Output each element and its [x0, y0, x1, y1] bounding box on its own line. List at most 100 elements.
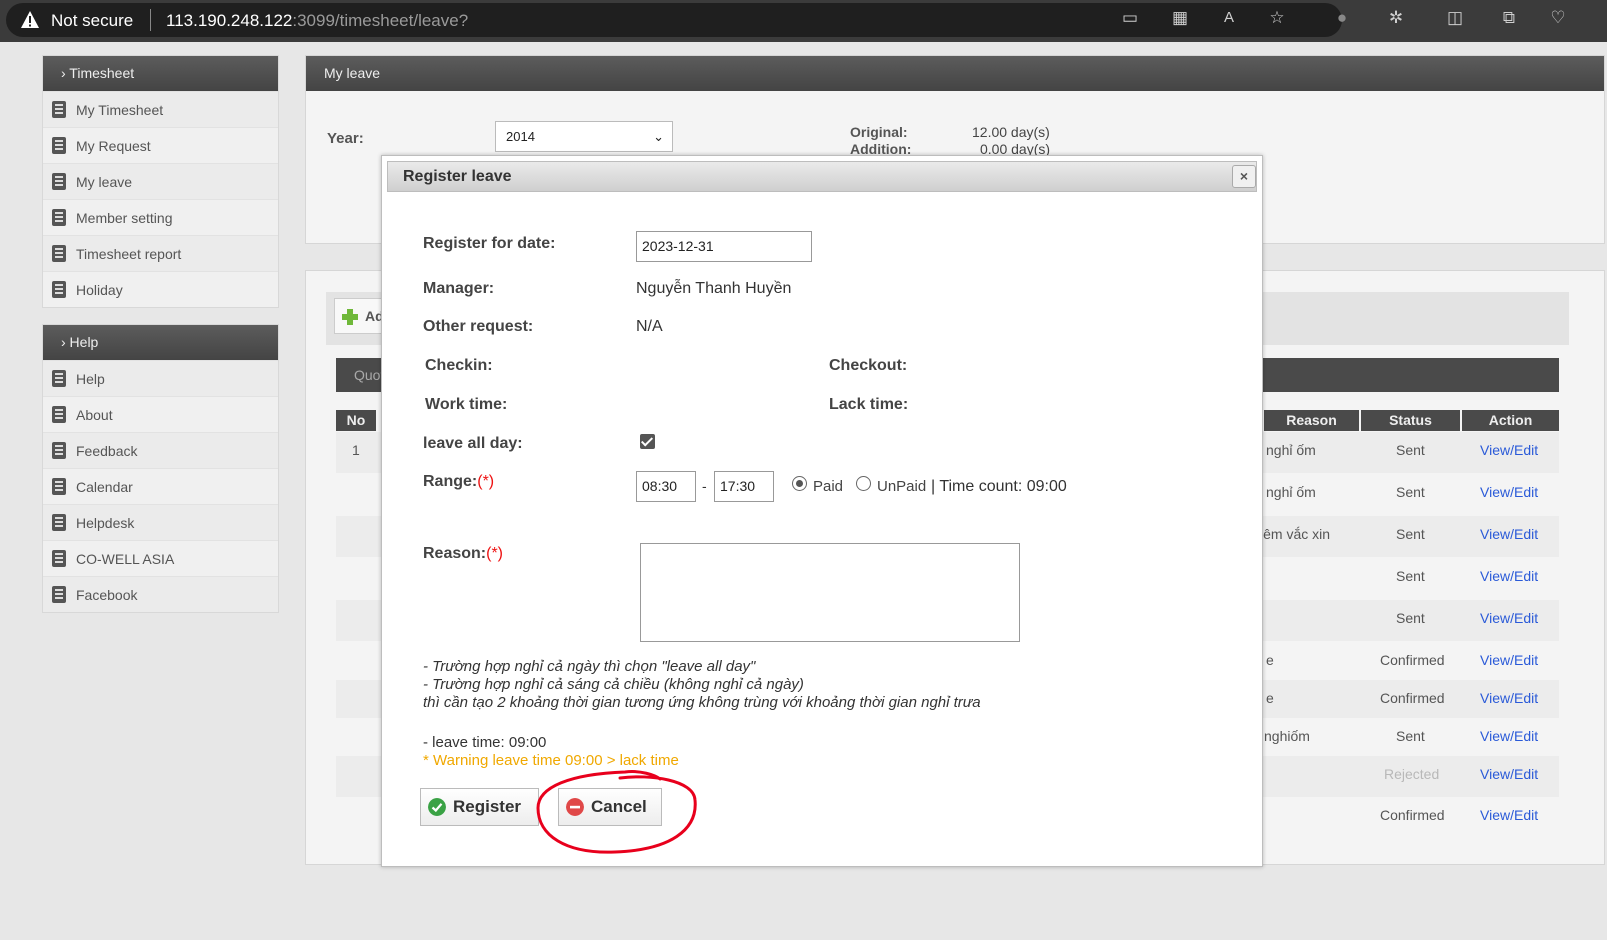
- extensions-icon[interactable]: ✲: [1386, 8, 1406, 28]
- warning-message: * Warning leave time 09:00 > lack time: [423, 752, 679, 769]
- view-edit-link[interactable]: View/Edit: [1480, 766, 1538, 782]
- work-time-label: Work time:: [425, 396, 508, 413]
- sidebar-item-helpdesk[interactable]: Helpdesk: [43, 504, 278, 540]
- chevron-down-icon: ⌄: [653, 129, 664, 144]
- address-bar[interactable]: Not secure 113.190.248.122:3099/timeshee…: [6, 3, 1342, 37]
- reason-textarea[interactable]: [640, 543, 1020, 642]
- sidebar-item-facebook[interactable]: Facebook: [43, 576, 278, 612]
- table-cell-reason: e: [1266, 652, 1274, 668]
- sidebar-item-label: Facebook: [76, 587, 138, 603]
- note-line: - Trường hợp nghỉ cả sáng cả chiều (khôn…: [423, 676, 804, 693]
- register-date-input[interactable]: 2023-12-31: [636, 231, 812, 262]
- range-start-input[interactable]: 08:30: [636, 471, 696, 502]
- sidebar-help-header[interactable]: › Help: [43, 325, 278, 360]
- register-date-label: Register for date:: [423, 235, 556, 252]
- table-cell-status: Sent: [1396, 442, 1425, 458]
- url-host: 113.190.248.122: [166, 11, 293, 30]
- table-cell-status: Confirmed: [1380, 652, 1445, 668]
- browser-toolbar: Not secure 113.190.248.122:3099/timeshee…: [0, 0, 1607, 42]
- sidebar-help-box: › Help Help About Feedback Calendar Help…: [42, 324, 279, 613]
- year-select[interactable]: 2014 ⌄: [495, 121, 673, 152]
- note-line: - Trường hợp nghỉ cả ngày thì chọn "leav…: [423, 658, 756, 675]
- sidebar-item-about[interactable]: About: [43, 396, 278, 432]
- split-screen-icon[interactable]: ◫: [1445, 8, 1465, 28]
- view-edit-link[interactable]: View/Edit: [1480, 526, 1538, 542]
- collections-icon[interactable]: ⧉: [1499, 8, 1519, 28]
- sidebar-item-label: My Timesheet: [76, 102, 164, 118]
- table-header-no: No: [336, 410, 376, 431]
- sidebar-item-feedback[interactable]: Feedback: [43, 432, 278, 468]
- paid-radio[interactable]: [792, 476, 807, 491]
- url-path: :3099/timesheet/leave?: [292, 11, 469, 30]
- original-label: Original:: [850, 124, 908, 140]
- table-header-action: Action: [1462, 410, 1559, 431]
- reason-label-text: Reason:: [423, 545, 487, 562]
- sidebar-item-member-setting[interactable]: Member setting: [43, 199, 278, 235]
- sidebar-item-co-well-asia[interactable]: CO-WELL ASIA: [43, 540, 278, 576]
- other-request-value: N/A: [636, 318, 663, 335]
- url-text[interactable]: 113.190.248.122:3099/timesheet/leave?: [166, 11, 468, 31]
- view-edit-link[interactable]: View/Edit: [1480, 690, 1538, 706]
- range-label-text: Range:: [423, 473, 478, 490]
- sidebar-item-label: My leave: [76, 174, 133, 190]
- leave-all-day-label: leave all day:: [423, 435, 523, 452]
- sidebar-item-help[interactable]: Help: [43, 360, 278, 396]
- sidebar-item-label: Feedback: [76, 443, 138, 459]
- sidebar-item-calendar[interactable]: Calendar: [43, 468, 278, 504]
- document-icon: [52, 514, 66, 531]
- year-label: Year:: [327, 130, 364, 147]
- table-header-reason: Reason: [1264, 410, 1359, 431]
- sidebar-item-my-leave[interactable]: My leave: [43, 163, 278, 199]
- view-edit-link[interactable]: View/Edit: [1480, 484, 1538, 500]
- register-button[interactable]: Register: [420, 788, 539, 826]
- range-separator: -: [702, 478, 707, 494]
- view-edit-link[interactable]: View/Edit: [1480, 610, 1538, 626]
- original-value: 12.00 day(s): [972, 124, 1050, 140]
- warning-icon[interactable]: [20, 10, 40, 30]
- range-end-input[interactable]: 17:30: [714, 471, 774, 502]
- view-edit-link[interactable]: View/Edit: [1480, 652, 1538, 668]
- dialog-title: Register leave: [403, 168, 512, 185]
- unpaid-radio[interactable]: [856, 476, 871, 491]
- document-icon: [52, 550, 66, 567]
- view-edit-link[interactable]: View/Edit: [1480, 442, 1538, 458]
- cancel-button[interactable]: Cancel: [558, 788, 662, 826]
- apps-icon[interactable]: ▦: [1170, 8, 1190, 28]
- sidebar-item-my-request[interactable]: My Request: [43, 127, 278, 163]
- close-icon: ×: [1239, 168, 1249, 184]
- leave-all-day-checkbox[interactable]: [640, 434, 655, 449]
- table-cell-status: Sent: [1396, 610, 1425, 626]
- sidebar-help-list: Help About Feedback Calendar Helpdesk CO…: [43, 360, 278, 612]
- favorite-star-icon[interactable]: ☆: [1267, 8, 1287, 28]
- not-secure-label[interactable]: Not secure: [51, 11, 133, 31]
- copilot-icon[interactable]: ●: [1332, 8, 1352, 28]
- document-icon: [52, 442, 66, 459]
- sidebar-item-my-timesheet[interactable]: My Timesheet: [43, 91, 278, 127]
- device-icon[interactable]: ▭: [1120, 8, 1140, 28]
- table-cell-status: Confirmed: [1380, 690, 1445, 706]
- close-button[interactable]: ×: [1232, 165, 1256, 188]
- table-cell-status: Confirmed: [1380, 807, 1445, 823]
- table-cell-reason: e: [1266, 690, 1274, 706]
- sidebar-item-timesheet-report[interactable]: Timesheet report: [43, 235, 278, 271]
- document-icon: [52, 281, 66, 298]
- table-cell-reason: nghiốm: [1264, 728, 1310, 744]
- sidebar-item-holiday[interactable]: Holiday: [43, 271, 278, 307]
- view-edit-link[interactable]: View/Edit: [1480, 807, 1538, 823]
- add-button[interactable]: Ad: [334, 298, 384, 334]
- sidebar-timesheet-header[interactable]: › Timesheet: [43, 56, 278, 91]
- quota-label: Quot: [354, 367, 385, 383]
- range-end-value: 17:30: [720, 478, 756, 494]
- view-edit-link[interactable]: View/Edit: [1480, 568, 1538, 584]
- range-start-value: 08:30: [642, 478, 678, 494]
- document-icon: [52, 173, 66, 190]
- time-count: | Time count: 09:00: [931, 478, 1067, 495]
- dialog-title-bar[interactable]: Register leave: [387, 161, 1257, 192]
- check-circle-icon: [428, 798, 446, 816]
- manager-label: Manager:: [423, 280, 495, 297]
- read-aloud-icon[interactable]: A: [1219, 8, 1239, 28]
- year-value: 2014: [506, 129, 535, 144]
- performance-icon[interactable]: ♡: [1548, 8, 1568, 28]
- table-cell-status: Sent: [1396, 728, 1425, 744]
- view-edit-link[interactable]: View/Edit: [1480, 728, 1538, 744]
